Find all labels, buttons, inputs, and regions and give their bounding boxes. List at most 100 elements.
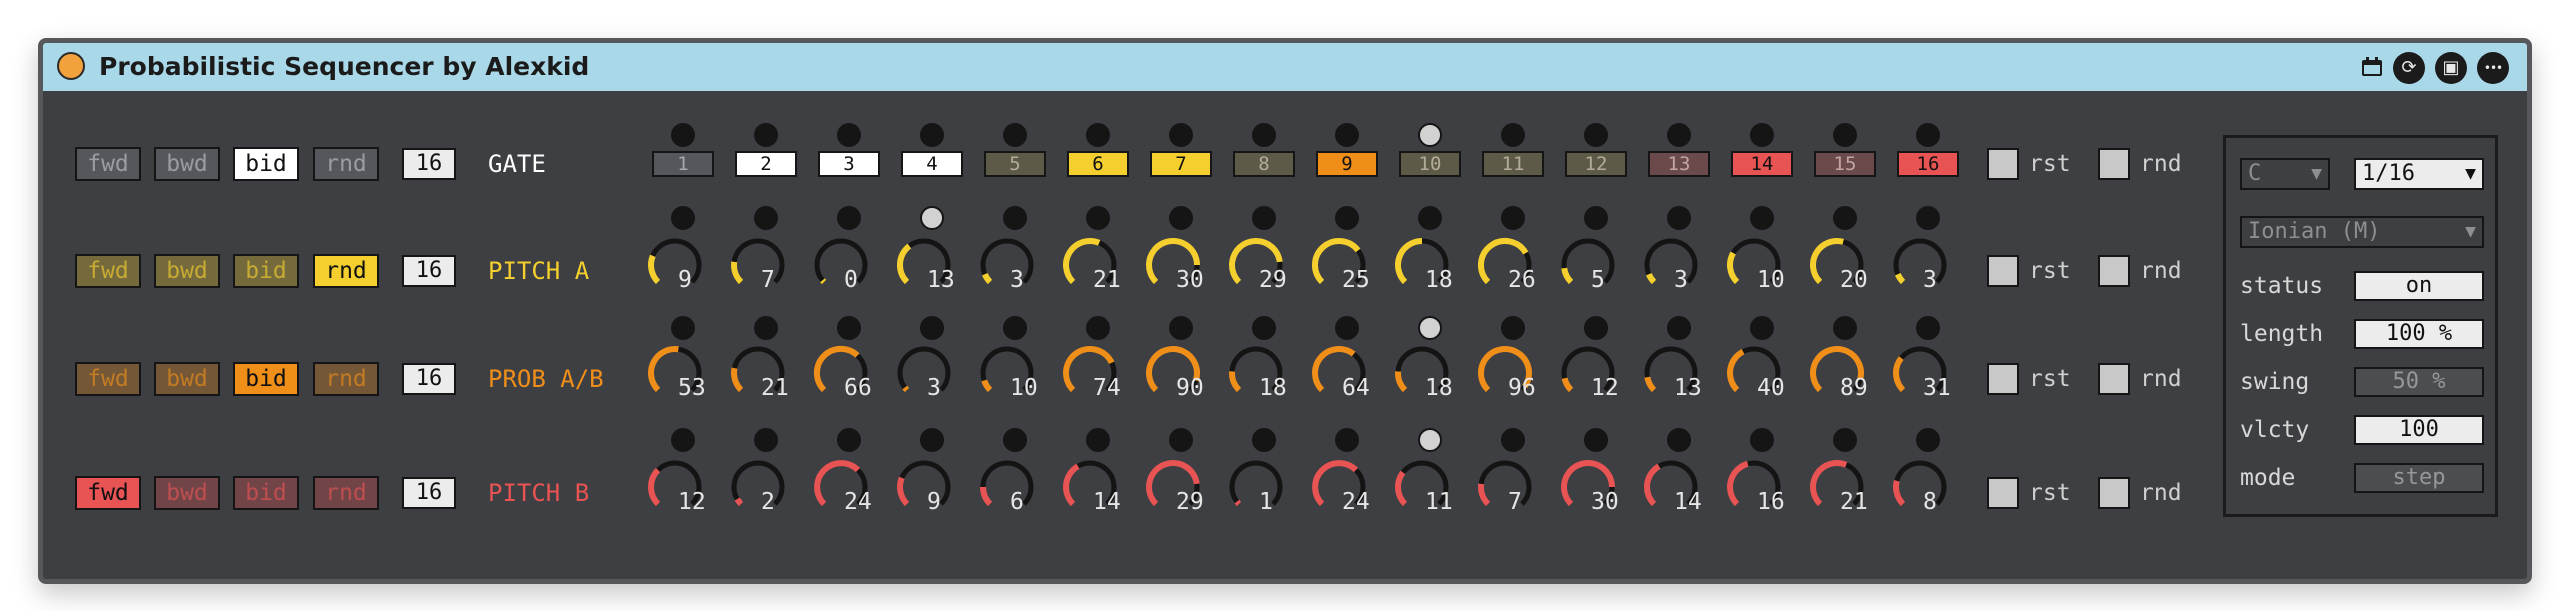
mode-button-bwd[interactable]: bwd (154, 362, 220, 396)
length-number-box[interactable]: 16 (402, 255, 456, 287)
playhead-dot (1667, 206, 1691, 230)
mode-button-bid[interactable]: bid (233, 254, 299, 288)
knob-pitch_b-step-8[interactable] (1224, 455, 1288, 519)
knob-value: 21 (761, 375, 789, 401)
gate-step-6[interactable]: 6 (1067, 151, 1129, 177)
knob-value: 31 (1923, 375, 1951, 401)
knob-value: 14 (1093, 489, 1121, 515)
playhead-dot (1418, 428, 1442, 452)
gate-step-14[interactable]: 14 (1731, 151, 1793, 177)
playhead-dot (1418, 316, 1442, 340)
knob-pitch_b-step-2[interactable] (726, 455, 790, 519)
knob-value: 9 (927, 489, 941, 515)
gate-step-5[interactable]: 5 (984, 151, 1046, 177)
reset-label: rst (2029, 151, 2071, 177)
mode-button-rnd[interactable]: rnd (313, 476, 379, 510)
playhead-dot (1833, 206, 1857, 230)
reset-toggle[interactable] (1987, 363, 2019, 395)
knob-value: 66 (844, 375, 872, 401)
param-length-field[interactable]: 100 % (2354, 319, 2484, 349)
mode-button-bwd[interactable]: bwd (154, 476, 220, 510)
mode-button-bwd[interactable]: bwd (154, 147, 220, 181)
mode-button-rnd[interactable]: rnd (313, 254, 379, 288)
gate-step-2[interactable]: 2 (735, 151, 797, 177)
gate-step-11[interactable]: 11 (1482, 151, 1544, 177)
gate-step-8[interactable]: 8 (1233, 151, 1295, 177)
mode-button-fwd[interactable]: fwd (75, 476, 141, 510)
knob-pitch_a-step-3[interactable] (809, 233, 873, 297)
random-toggle[interactable] (2098, 148, 2130, 180)
random-toggle[interactable] (2098, 363, 2130, 395)
reset-label: rst (2029, 480, 2071, 506)
param-status-field[interactable]: on (2354, 271, 2484, 301)
mode-button-bid[interactable]: bid (233, 147, 299, 181)
length-number-box[interactable]: 16 (402, 148, 456, 180)
param-swing-field[interactable]: 50 % (2354, 367, 2484, 397)
mode-button-fwd[interactable]: fwd (75, 147, 141, 181)
key-dropdown-value: C (2248, 161, 2262, 186)
knob-pitch_a-step-12[interactable] (1556, 233, 1620, 297)
gate-step-9[interactable]: 9 (1316, 151, 1378, 177)
playhead-dot (1750, 123, 1774, 147)
gate-step-3[interactable]: 3 (818, 151, 880, 177)
random-toggle[interactable] (2098, 477, 2130, 509)
knob-pitch_a-step-1[interactable] (643, 233, 707, 297)
random-toggle[interactable] (2098, 255, 2130, 287)
row-label-pitch_b: PITCH B (488, 479, 590, 507)
gate-step-16[interactable]: 16 (1897, 151, 1959, 177)
playhead-dot (1833, 316, 1857, 340)
knob-value: 6 (1010, 489, 1024, 515)
gate-step-10[interactable]: 10 (1399, 151, 1461, 177)
knob-value: 2 (761, 489, 775, 515)
knob-pitch_b-step-11[interactable] (1473, 455, 1537, 519)
mode-button-bwd[interactable]: bwd (154, 254, 220, 288)
gate-step-4[interactable]: 4 (901, 151, 963, 177)
knob-value: 13 (1674, 375, 1702, 401)
knob-pitch_a-step-13[interactable] (1639, 233, 1703, 297)
knob-prob-step-4[interactable] (892, 341, 956, 405)
mode-button-bid[interactable]: bid (233, 476, 299, 510)
knob-value: 12 (678, 489, 706, 515)
knob-value: 25 (1342, 267, 1370, 293)
mode-button-fwd[interactable]: fwd (75, 254, 141, 288)
length-number-box[interactable]: 16 (402, 477, 456, 509)
knob-pitch_b-step-16[interactable] (1888, 455, 1952, 519)
playhead-dot (1003, 123, 1027, 147)
key-dropdown[interactable]: C ▼ (2240, 158, 2330, 190)
knob-pitch_b-step-4[interactable] (892, 455, 956, 519)
playhead-dot (1584, 316, 1608, 340)
mode-button-fwd[interactable]: fwd (75, 362, 141, 396)
playhead-dot (1418, 123, 1442, 147)
param-label-length: length (2240, 321, 2324, 347)
length-number-box[interactable]: 16 (402, 363, 456, 395)
gate-step-1[interactable]: 1 (652, 151, 714, 177)
reset-toggle[interactable] (1987, 148, 2019, 180)
playhead-dot (1584, 428, 1608, 452)
gate-step-7[interactable]: 7 (1150, 151, 1212, 177)
scale-dropdown[interactable]: Ionian (M) ▼ (2240, 216, 2484, 248)
knob-value: 90 (1176, 375, 1204, 401)
reset-toggle[interactable] (1987, 255, 2019, 287)
mode-button-rnd[interactable]: rnd (313, 147, 379, 181)
playhead-dot (754, 206, 778, 230)
reset-toggle[interactable] (1987, 477, 2019, 509)
knob-pitch_a-step-5[interactable] (975, 233, 1039, 297)
knob-pitch_b-step-5[interactable] (975, 455, 1039, 519)
param-mode-field[interactable]: step (2354, 463, 2484, 493)
playhead-dot (1833, 428, 1857, 452)
rate-dropdown[interactable]: 1/16 ▼ (2354, 158, 2484, 190)
reset-label: rst (2029, 258, 2071, 284)
knob-pitch_a-step-2[interactable] (726, 233, 790, 297)
mode-button-rnd[interactable]: rnd (313, 362, 379, 396)
knob-pitch_a-step-16[interactable] (1888, 233, 1952, 297)
param-label-mode: mode (2240, 465, 2296, 491)
knob-value: 64 (1342, 375, 1370, 401)
gate-step-12[interactable]: 12 (1565, 151, 1627, 177)
gate-step-13[interactable]: 13 (1648, 151, 1710, 177)
row-label-prob: PROB A/B (488, 365, 604, 393)
mode-button-bid[interactable]: bid (233, 362, 299, 396)
playhead-dot (920, 123, 944, 147)
gate-step-15[interactable]: 15 (1814, 151, 1876, 177)
param-vlcty-field[interactable]: 100 (2354, 415, 2484, 445)
playhead-dot (1086, 428, 1110, 452)
